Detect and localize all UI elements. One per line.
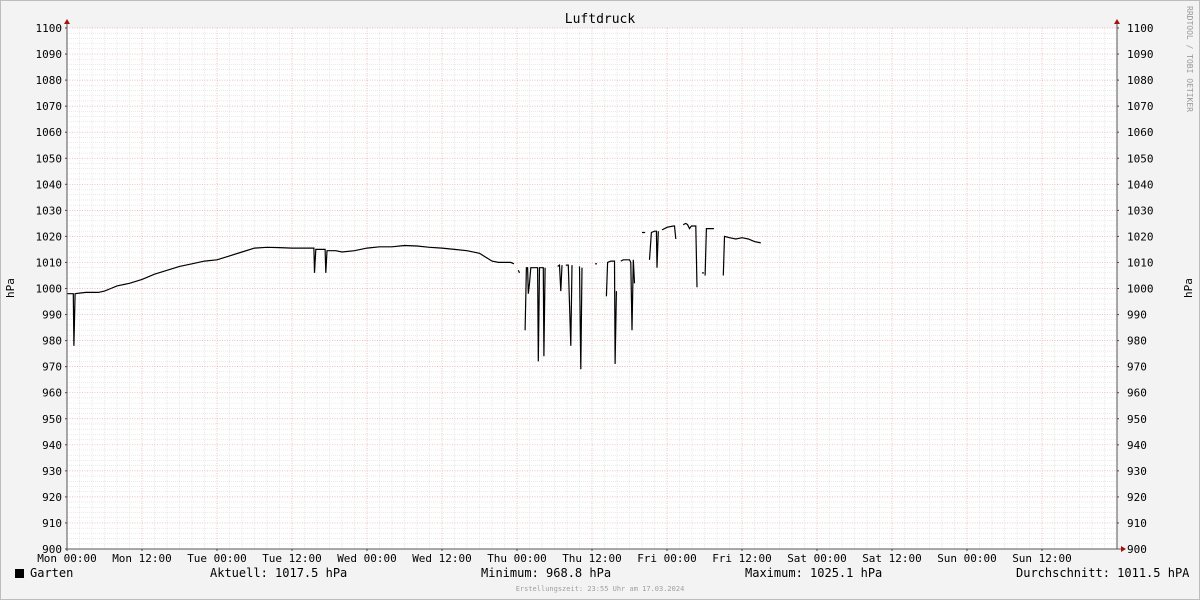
y-tick-label-left: 1080	[36, 74, 63, 87]
x-tick-label: Tue 12:00	[262, 552, 322, 565]
y-tick-label-right: 1020	[1127, 230, 1154, 243]
x-tick-label: Mon 12:00	[112, 552, 172, 565]
legend: Garten Aktuell: 1017.5 hPa Minimum: 968.…	[0, 566, 1200, 584]
y-axis-left: 9009109209309409509609709809901000101010…	[36, 22, 67, 556]
y-tick-label-right: 1030	[1127, 204, 1154, 217]
y-axis-right: 900 910 920 930 940 950 960 970 980 990 1000 1010 10…	[1117, 22, 1154, 556]
chart-grid	[66, 27, 1117, 550]
y-tick-label-left: 1040	[36, 178, 63, 191]
x-axis-arrow	[1121, 546, 1126, 552]
y-tick-label-left: 1020	[36, 230, 63, 243]
y-tick-label-right: 940	[1127, 439, 1147, 452]
y-tick-label-right: 1090	[1127, 48, 1154, 61]
x-tick-label: Wed 00:00	[337, 552, 397, 565]
y-tick-label-right: 1040	[1127, 178, 1154, 191]
pressure-chart: Luftdruck 900 910 920 930 940 950 960 970 980 990…	[4, 6, 1195, 565]
x-tick-label: Wed 12:00	[412, 552, 472, 565]
y-tick-label-right: 1070	[1127, 100, 1154, 113]
y-tick-label-left: 960	[42, 387, 62, 400]
y-tick-label-left: 1050	[36, 152, 63, 165]
y-tick-label-left: 990	[42, 309, 62, 322]
y-tick-label-left: 970	[42, 361, 62, 374]
legend-series-label: Garten	[30, 566, 74, 580]
y-tick-label-right: 920	[1127, 491, 1147, 504]
legend-maximum: Maximum: 1025.1 hPa	[745, 566, 883, 580]
y-axis-arrow-right	[1114, 19, 1120, 24]
y-tick-label-left: 920	[42, 491, 62, 504]
x-tick-label: Sat 12:00	[862, 552, 922, 565]
y-tick-label-left: 980	[42, 335, 62, 348]
y-tick-label-left: 1060	[36, 126, 63, 139]
y-tick-label-left: 930	[42, 465, 62, 478]
y-tick-label-left: 1070	[36, 100, 63, 113]
y-tick-label-right: 1060	[1127, 126, 1154, 139]
x-tick-label: Thu 00:00	[487, 552, 547, 565]
legend-current: Aktuell: 1017.5 hPa	[210, 566, 348, 580]
y-tick-label-right: 1050	[1127, 152, 1154, 165]
y-tick-label-right: 1080	[1127, 74, 1154, 87]
x-tick-label: Fri 12:00	[712, 552, 772, 565]
y-tick-label-left: 1010	[36, 256, 63, 269]
x-tick-label: Tue 00:00	[187, 552, 247, 565]
legend-swatch	[15, 569, 24, 578]
y-tick-label-right: 980	[1127, 335, 1147, 348]
y-axis-arrow-left	[64, 19, 70, 24]
x-tick-label: Mon 00:00	[37, 552, 97, 565]
y-tick-label-left: 950	[42, 413, 62, 426]
x-axis: Mon 00:00 Mon 12:00 Tue 00:00 Tue 12:00 Wed …	[37, 549, 1072, 565]
x-tick-label: Sat 00:00	[787, 552, 847, 565]
y-tick-label-right: 960	[1127, 387, 1147, 400]
y-tick-label-right: 950	[1127, 413, 1147, 426]
creation-timestamp: Erstellungszeit: 23:55 Uhr am 17.03.2024	[515, 585, 685, 593]
y-tick-label-right: 1010	[1127, 256, 1154, 269]
y-tick-label-left: 1090	[36, 48, 63, 61]
y-tick-label-right: 930	[1127, 465, 1147, 478]
chart-title: Luftdruck	[565, 12, 636, 27]
y-tick-label-right: 1000	[1127, 283, 1154, 296]
y-tick-label-left: 940	[42, 439, 62, 452]
y-tick-label-left: 1100	[36, 22, 63, 35]
rrdtool-watermark: RRDTOOL / TOBI OETIKER	[1185, 6, 1194, 112]
legend-minimum: Minimum: 968.8 hPa	[481, 566, 612, 580]
y-tick-label-right: 990	[1127, 309, 1147, 322]
y-tick-label-right: 900	[1127, 543, 1147, 556]
y-tick-label-left: 910	[42, 517, 62, 530]
y-axis-label-left: hPa	[4, 278, 17, 298]
x-tick-label: Fri 00:00	[637, 552, 697, 565]
y-tick-label-right: 970	[1127, 361, 1147, 374]
y-tick-label-right: 910	[1127, 517, 1147, 530]
legend-average: Durchschnitt: 1011.5 hPA	[1016, 566, 1190, 580]
y-tick-label-right: 1100	[1127, 22, 1154, 35]
x-tick-label: Sun 12:00	[1012, 552, 1072, 565]
x-tick-label: Sun 00:00	[937, 552, 997, 565]
y-axis-label-right: hPa	[1182, 278, 1195, 298]
x-tick-label: Thu 12:00	[562, 552, 622, 565]
y-tick-label-left: 1030	[36, 204, 63, 217]
y-tick-label-left: 1000	[36, 283, 63, 296]
